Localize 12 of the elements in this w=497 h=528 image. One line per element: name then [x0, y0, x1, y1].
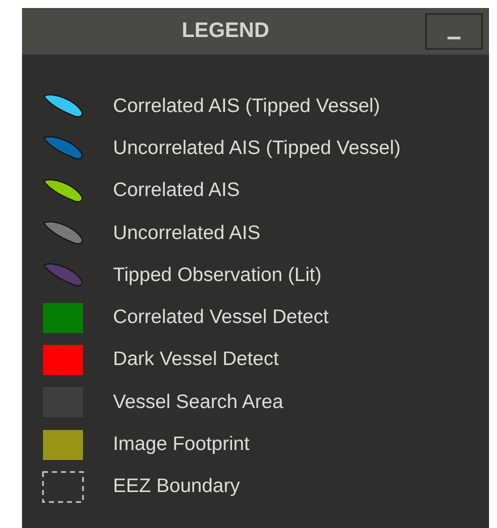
- legend-label: Vessel Search Area: [113, 390, 284, 414]
- legend-label: Correlated AIS (Tipped Vessel): [113, 94, 380, 118]
- legend-label: EEZ Boundary: [113, 475, 240, 498]
- legend-label: Correlated Vessel Detect: [113, 306, 329, 330]
- minimize-button[interactable]: –: [425, 13, 483, 50]
- panel-title: LEGEND: [182, 19, 270, 43]
- legend-label: Dark Vessel Detect: [113, 348, 279, 372]
- legend-label: Uncorrelated AIS: [113, 222, 260, 245]
- legend-label: Uncorrelated AIS (Tipped Vessel): [113, 136, 401, 160]
- legend-label: Image Footprint: [113, 433, 250, 456]
- legend-label: Correlated AIS: [113, 179, 240, 202]
- legend-label: Tipped Observation (Lit): [113, 264, 322, 287]
